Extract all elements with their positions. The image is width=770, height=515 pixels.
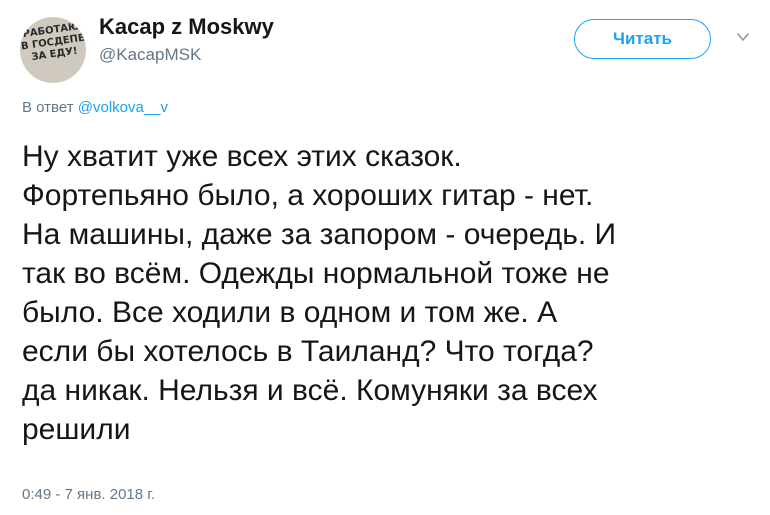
reply-prefix: В ответ: [22, 99, 78, 116]
author-handle[interactable]: @KacapMSK: [99, 45, 201, 65]
chevron-down-icon[interactable]: [736, 30, 750, 44]
tweet-line: Ну хватит уже всех этих сказок.: [22, 140, 462, 173]
tweet-line: было. Все ходили в одном и том же. А: [22, 296, 558, 329]
tweet-line: На машины, даже за запором - очередь. И: [22, 218, 617, 251]
avatar[interactable]: РАБОТАЮ В ГОСДЕПЕ ЗА ЕДУ!: [20, 17, 86, 83]
follow-button[interactable]: Читать: [574, 19, 711, 59]
avatar-caption: РАБОТАЮ В ГОСДЕПЕ ЗА ЕДУ!: [20, 21, 86, 64]
tweet-line: да никак. Нельзя и всё. Комуняки за всех: [22, 374, 598, 407]
reply-context: В ответ @volkova__v: [22, 99, 168, 116]
tweet-line: если бы хотелось в Таиланд? Что тогда?: [22, 335, 594, 368]
tweet-line: так во всём. Одежды нормальной тоже не: [22, 257, 610, 290]
tweet-line: решили: [22, 413, 131, 446]
author-display-name[interactable]: Kacap z Moskwy: [99, 14, 274, 40]
tweet-line: Фортепьяно было, а хороших гитар - нет.: [22, 179, 594, 212]
follow-button-label: Читать: [613, 29, 672, 48]
timestamp-link[interactable]: 0:49 - 7 янв. 2018 г.: [22, 486, 155, 503]
reply-mention-link[interactable]: @volkova__v: [78, 99, 168, 116]
tweet-text: Ну хватит уже всех этих сказок. Фортепья…: [22, 137, 757, 449]
